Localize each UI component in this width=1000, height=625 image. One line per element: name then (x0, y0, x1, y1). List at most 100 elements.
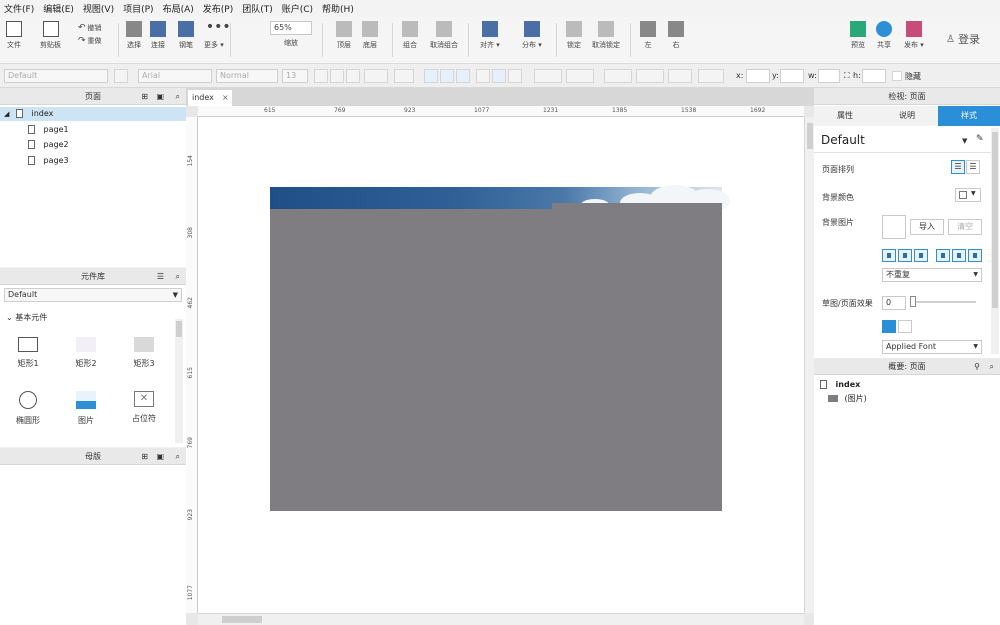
x-input[interactable] (746, 69, 770, 83)
outline-item-image[interactable]: (图片) (814, 392, 867, 406)
collapse-arrow-icon[interactable]: ◢ (4, 110, 9, 118)
library-item-rect2[interactable]: 矩形2 (66, 337, 106, 369)
bullet-button[interactable] (394, 69, 414, 83)
menu-view[interactable]: 视图(V) (83, 2, 114, 15)
send-to-bottom-button[interactable]: 底层 (362, 21, 378, 50)
select-tool-button[interactable]: 选择 (126, 21, 142, 50)
y-input[interactable] (780, 69, 804, 83)
pen-tool-button[interactable]: 钢笔 (178, 21, 194, 50)
page-tree-item-page3[interactable]: page3 (0, 154, 69, 168)
color-mode-icon[interactable] (882, 320, 896, 333)
border-color-button[interactable] (604, 69, 632, 83)
menu-account[interactable]: 账户(C) (282, 2, 313, 15)
menu-edit[interactable]: 编辑(E) (43, 2, 74, 15)
distribute-button[interactable]: 分布 ▾ (522, 21, 542, 50)
bg-color-picker[interactable]: ▼ (955, 188, 981, 202)
library-item-rect1[interactable]: 矩形1 (8, 337, 48, 369)
search-icon[interactable]: ⌕ (176, 268, 180, 285)
font-size-select[interactable]: 13 (282, 69, 308, 83)
page-tree-item-page1[interactable]: page1 (0, 123, 69, 137)
fill-color-button[interactable] (534, 69, 562, 83)
library-section-header[interactable]: ⌄ 基本元件 (6, 312, 47, 323)
font-weight-select[interactable]: Normal (216, 69, 278, 83)
align-center-button[interactable] (440, 69, 454, 83)
tab-notes[interactable]: 说明 (876, 106, 938, 126)
menu-layout[interactable]: 布局(A) (163, 2, 194, 15)
align-right-button[interactable] (456, 69, 470, 83)
bring-to-top-button[interactable]: 顶层 (336, 21, 352, 50)
layout-left-button[interactable]: ☰ (951, 160, 965, 174)
scrollbar-thumb[interactable] (807, 123, 813, 149)
paste-button[interactable]: 剪贴板 (40, 21, 61, 50)
left-panel-toggle-button[interactable]: 左 (640, 21, 656, 50)
align-button[interactable]: 对齐 ▾ (480, 21, 500, 50)
clear-button[interactable]: 清空 (948, 219, 982, 235)
library-select[interactable]: Default ▼ (4, 288, 182, 302)
search-icon[interactable]: ⌕ (990, 358, 994, 375)
arrow-style-button[interactable] (698, 69, 724, 83)
import-button[interactable]: 导入 (910, 219, 944, 235)
h-input[interactable] (862, 69, 886, 83)
bg-align-center-button[interactable] (898, 249, 912, 262)
add-folder-icon[interactable]: ▣ (156, 448, 164, 465)
menu-icon[interactable]: ☰ (157, 268, 164, 285)
shadow-button[interactable] (566, 69, 594, 83)
library-item-rect3[interactable]: 矩形3 (124, 337, 164, 369)
font-select[interactable]: Arial (138, 69, 212, 83)
design-page[interactable] (198, 117, 804, 613)
grayscale-mode-icon[interactable] (898, 320, 912, 333)
filter-icon[interactable]: ⚲ (974, 358, 980, 375)
border-width-button[interactable] (636, 69, 664, 83)
canvas-vertical-scrollbar[interactable] (804, 117, 814, 613)
connect-tool-button[interactable]: 连接 (150, 21, 166, 50)
sketch-slider-track[interactable] (912, 301, 976, 303)
scrollbar-thumb[interactable] (222, 616, 262, 623)
bg-align-left-button[interactable] (882, 249, 896, 262)
bg-valign-top-button[interactable] (936, 249, 950, 262)
valign-bottom-button[interactable] (508, 69, 522, 83)
style-edit-button[interactable] (114, 69, 128, 83)
border-style-button[interactable] (668, 69, 692, 83)
menu-project[interactable]: 项目(P) (123, 2, 153, 15)
page-tree-item-page2[interactable]: page2 (0, 138, 69, 152)
right-panel-toggle-button[interactable]: 右 (668, 21, 684, 50)
valign-middle-button[interactable] (492, 69, 506, 83)
zoom-select[interactable]: 65% (270, 21, 312, 35)
bg-valign-middle-button[interactable] (952, 249, 966, 262)
w-input[interactable] (818, 69, 840, 83)
tab-style[interactable]: 样式 (938, 106, 1000, 126)
menu-team[interactable]: 团队(T) (242, 2, 273, 15)
canvas-horizontal-scrollbar[interactable] (198, 613, 804, 625)
inspector-scrollbar[interactable] (991, 128, 999, 354)
menu-publish[interactable]: 发布(P) (203, 2, 233, 15)
login-button[interactable]: ♙ 登录 (946, 31, 980, 47)
image-widget[interactable] (270, 185, 730, 511)
search-icon[interactable]: ⌕ (176, 88, 180, 105)
tab-properties[interactable]: 属性 (814, 106, 876, 126)
new-file-button[interactable]: 文件 (6, 21, 22, 50)
library-item-image[interactable]: 图片 (66, 391, 106, 426)
style-edit-icon[interactable]: ✎ (976, 134, 984, 144)
sketch-value-input[interactable]: 0 (882, 296, 906, 310)
chevron-down-icon[interactable]: ▼ (962, 137, 967, 145)
library-item-placeholder[interactable]: ✕ 占位符 (124, 391, 164, 424)
close-icon[interactable]: × (222, 90, 229, 106)
scrollbar-thumb[interactable] (176, 321, 182, 337)
bold-button[interactable] (314, 69, 328, 83)
menu-help[interactable]: 帮助(H) (322, 2, 354, 15)
search-icon[interactable]: ⌕ (176, 448, 180, 465)
library-item-ellipse[interactable]: 椭圆形 (8, 391, 48, 426)
group-button[interactable]: 组合 (402, 21, 418, 50)
bg-repeat-select[interactable]: 不重复 ▼ (882, 268, 982, 282)
sketch-slider-thumb[interactable] (910, 296, 916, 307)
zoom-control[interactable]: 65% 缩放 (270, 21, 312, 48)
publish-button[interactable]: 发布 ▾ (904, 21, 924, 50)
text-color-button[interactable] (364, 69, 388, 83)
hide-checkbox[interactable] (892, 71, 902, 81)
unlock-button[interactable]: 取消锁定 (592, 21, 620, 50)
page-tree-item-index[interactable]: ◢ index (0, 107, 186, 121)
underline-button[interactable] (346, 69, 360, 83)
share-button[interactable]: 共享 (876, 21, 892, 50)
add-page-icon[interactable]: ⊞ (141, 88, 148, 105)
lock-ratio-icon[interactable]: ⛶ (844, 71, 850, 81)
